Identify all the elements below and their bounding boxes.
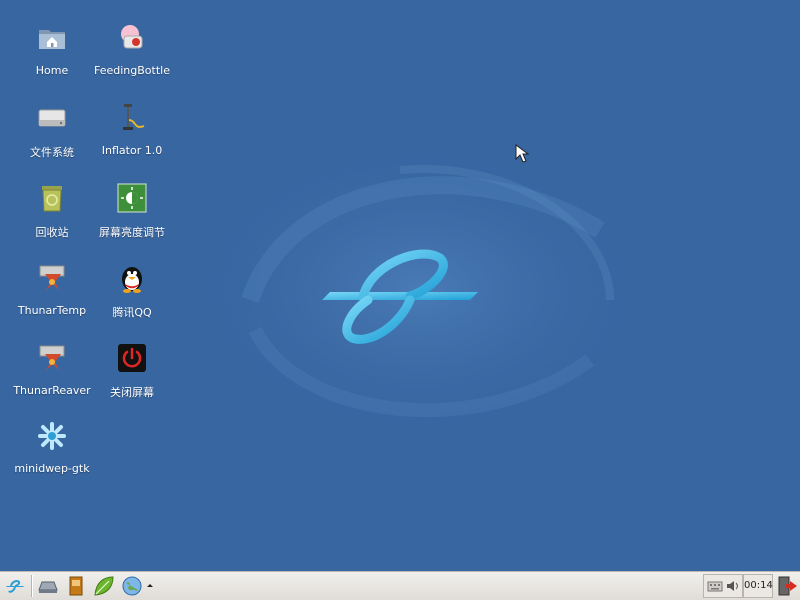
brightness-icon [117, 183, 147, 213]
desktop-icon-label: 文件系统 [30, 146, 74, 159]
power-icon [118, 344, 146, 372]
desktop-icon-label: ThunarReaver [13, 384, 91, 397]
volume-icon[interactable] [725, 578, 741, 594]
file-manager-icon [39, 345, 65, 370]
mouse-cursor-icon [515, 144, 530, 163]
logout-icon[interactable] [775, 574, 799, 598]
wifi-tool-icon [38, 422, 66, 450]
desktop-icon-label: 屏幕亮度调节 [99, 226, 165, 239]
taskbar: 00:14 [0, 571, 800, 600]
desktop-icon-inflator[interactable]: Inflator 1.0 [92, 100, 172, 172]
file-manager-icon [39, 265, 65, 290]
drive-icon[interactable] [36, 574, 60, 598]
desktop-icon-brightness[interactable]: 屏幕亮度调节 [92, 180, 172, 252]
desktop-icon-minidwep[interactable]: minidwep-gtk [12, 418, 92, 490]
desktop-icon-label: minidwep-gtk [14, 462, 90, 475]
qq-penguin-icon [122, 267, 142, 293]
hard-drive-icon [38, 109, 66, 127]
desktop-icon-label: Home [35, 64, 69, 77]
desktop-icon-label: Inflator 1.0 [101, 144, 163, 157]
book-icon[interactable] [64, 574, 88, 598]
app-menu-icon[interactable] [3, 574, 27, 598]
desktop-icon-label: 回收站 [35, 226, 69, 239]
trash-can-icon [42, 186, 62, 212]
keyboard-icon[interactable] [707, 578, 723, 594]
desktop-icon-qq[interactable]: 腾讯QQ [92, 260, 172, 332]
launcher-arrow-icon[interactable] [144, 574, 156, 598]
desktop-icon-screen-off[interactable]: 关闭屏幕 [92, 340, 172, 412]
clock[interactable]: 00:14 [743, 574, 773, 598]
browser-globe-icon[interactable] [120, 574, 144, 598]
desktop-icon-label: 腾讯QQ [112, 306, 152, 319]
home-folder-icon [39, 30, 65, 49]
desktop-icon-thunarreaver[interactable]: ThunarReaver [12, 340, 92, 412]
desktop-icon-trash[interactable]: 回收站 [12, 180, 92, 252]
desktop-icon-label: ThunarTemp [17, 304, 87, 317]
leaf-icon[interactable] [92, 574, 116, 598]
feeding-bottle-icon [121, 25, 143, 49]
desktop-icon-label: 关闭屏幕 [110, 386, 154, 399]
desktop-icon-label: FeedingBottle [94, 64, 170, 77]
desktop-icon-thunartemp[interactable]: ThunarTemp [12, 260, 92, 332]
desktop-icon-feedingbottle[interactable]: FeedingBottle [92, 20, 172, 92]
air-pump-icon [123, 104, 145, 130]
desktop-icon-home[interactable]: Home [12, 20, 92, 92]
system-tray [703, 574, 743, 598]
desktop[interactable]: Home 文件系统 回收站 ThunarTemp ThunarReaver mi… [0, 0, 800, 571]
desktop-icon-filesystem[interactable]: 文件系统 [12, 100, 92, 172]
taskbar-separator [31, 575, 33, 597]
